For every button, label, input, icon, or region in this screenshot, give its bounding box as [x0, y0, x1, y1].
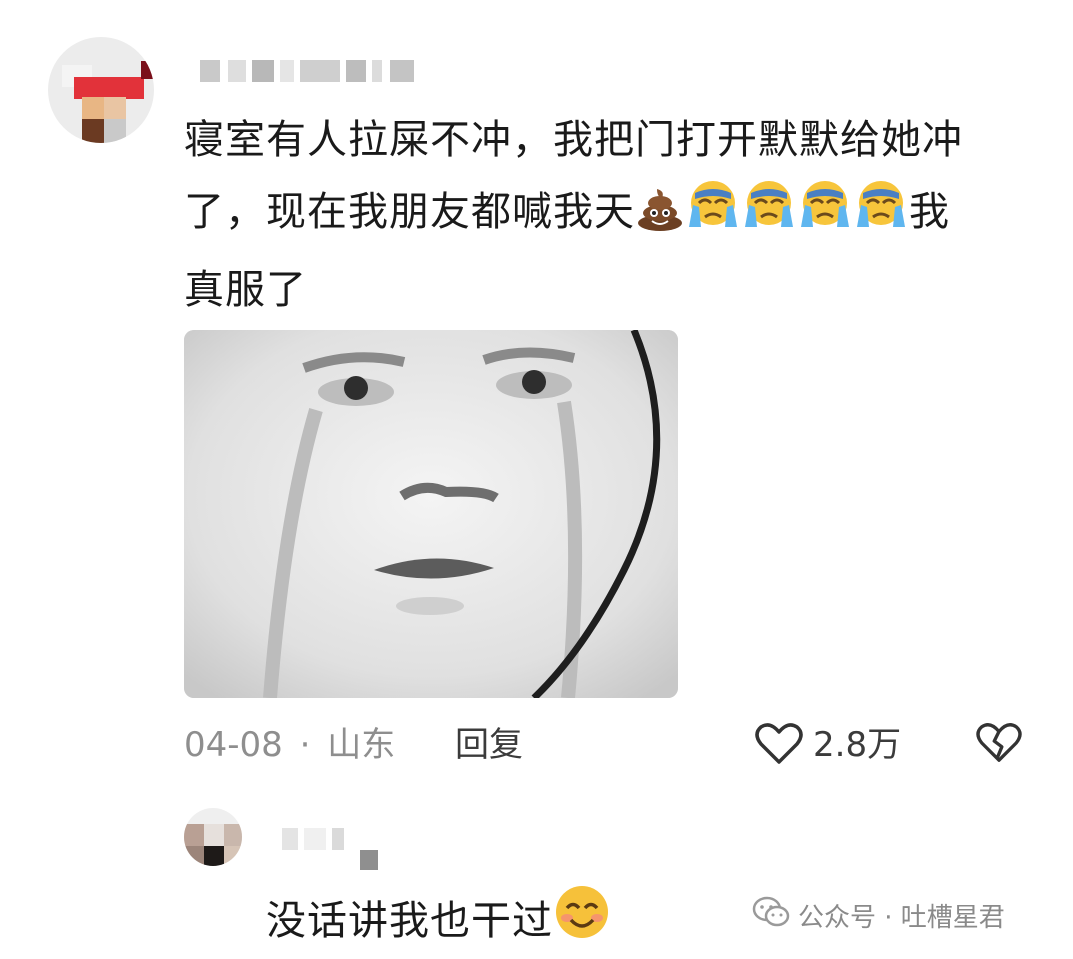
sub-comment-text: 没话讲我也干过 — [266, 884, 611, 957]
avatar-pixel — [104, 119, 126, 143]
crying-emoji-icon — [853, 179, 909, 254]
smiling-emoji-icon — [553, 884, 611, 957]
crying-emoji-icon — [685, 179, 741, 254]
comment-meta: 04-08 · 山东 — [184, 722, 395, 768]
avatar-pixel — [82, 97, 104, 119]
crying-emoji-icon — [797, 179, 853, 254]
avatar-pixel — [141, 61, 154, 79]
broken-heart-icon[interactable] — [976, 722, 1022, 764]
sub-comment-avatar[interactable] — [184, 808, 242, 866]
comment-line-2-suffix: 我 — [909, 189, 950, 235]
watermark-text: 公众号 · 吐槽星君 — [798, 902, 1005, 933]
comment-line-1: 寝室有人拉屎不冲，我把门打开默默给她冲 — [184, 117, 963, 163]
comment-line-2-text: 了，现在我朋友都喊我天 — [184, 189, 635, 235]
username-mosaic[interactable] — [200, 60, 430, 82]
sub-username-mosaic[interactable] — [282, 828, 392, 870]
avatar-pixel — [82, 119, 104, 143]
reply-button[interactable]: 回复 — [455, 722, 523, 768]
avatar-pixel — [104, 97, 126, 119]
comment-line-3: 真服了 — [184, 267, 307, 313]
avatar[interactable] — [48, 37, 154, 143]
poop-emoji-icon — [635, 182, 685, 254]
watermark: 公众号 · 吐槽星君 — [752, 895, 1005, 935]
comment-line-2: 了，现在我朋友都喊我天 我 — [184, 176, 1044, 254]
avatar-pixel — [74, 77, 144, 99]
crying-emoji-icon — [741, 179, 797, 254]
comment-location: 山东 — [327, 725, 396, 765]
comment-date: 04-08 — [184, 725, 283, 765]
heart-icon[interactable] — [755, 722, 803, 766]
sub-comment-body: 没话讲我也干过 — [266, 898, 553, 944]
wechat-icon — [752, 896, 790, 935]
comment-text: 寝室有人拉屎不冲，我把门打开默默给她冲 了，现在我朋友都喊我天 我 真服了 — [184, 104, 1044, 326]
like-count: 2.8万 — [813, 725, 902, 765]
meme-image[interactable] — [184, 330, 678, 698]
meta-separator: · — [299, 725, 311, 765]
